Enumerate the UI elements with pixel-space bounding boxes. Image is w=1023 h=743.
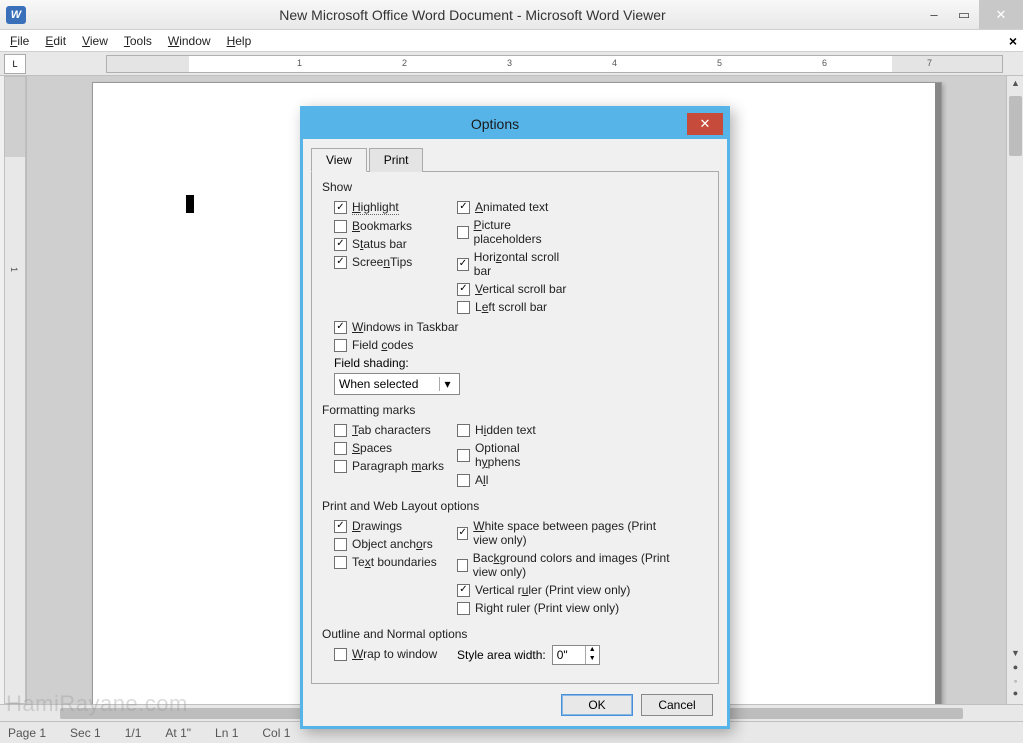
ruler-tick: 4	[612, 58, 617, 68]
chk-rright-ruler[interactable]: Right ruler (Print view only)	[457, 601, 675, 615]
dialog-close-button[interactable]: ✕	[687, 113, 723, 135]
status-page: Page 1	[8, 726, 46, 740]
dialog-button-row: OK Cancel	[311, 684, 719, 718]
group-formatting-title: Formatting marks	[322, 403, 708, 417]
group-show-title: Show	[322, 180, 708, 194]
chk-animated[interactable]: Animated text	[457, 200, 568, 214]
ruler-tick: 3	[507, 58, 512, 68]
browse-next-icon[interactable]: ●	[1009, 688, 1022, 702]
chk-windows-taskbar[interactable]: Windows in Taskbar	[334, 320, 472, 334]
style-area-value: 0"	[553, 648, 585, 662]
chk-screentips[interactable]: ScreenTips	[334, 255, 445, 269]
ruler-tick: 6	[822, 58, 827, 68]
cancel-button[interactable]: Cancel	[641, 694, 713, 716]
chk-bgcolors[interactable]: Background colors and images (Print view…	[457, 551, 675, 579]
chk-hidden-text[interactable]: Hidden text	[457, 423, 568, 437]
spinner-up-icon[interactable]: ▲	[586, 646, 599, 655]
horizontal-ruler[interactable]: 1 2 3 4 5 6 7	[106, 55, 1003, 73]
chk-vscroll[interactable]: Vertical scroll bar	[457, 282, 568, 296]
close-button[interactable]: ✕	[979, 0, 1023, 29]
text-cursor	[186, 195, 194, 213]
chk-tab-characters[interactable]: Tab characters	[334, 423, 445, 437]
chk-leftscroll[interactable]: Left scroll bar	[457, 300, 568, 314]
spinner-down-icon[interactable]: ▼	[586, 655, 599, 664]
style-area-spinner[interactable]: 0" ▲▼	[552, 645, 600, 665]
tab-page-view: Show Highlight Bookmarks Status bar Scre…	[311, 172, 719, 684]
ruler-tick: 5	[717, 58, 722, 68]
ruler-tick: 2	[402, 58, 407, 68]
chk-hscroll[interactable]: Horizontal scroll bar	[457, 250, 568, 278]
scrollbar-thumb[interactable]	[1009, 96, 1022, 156]
window-title: New Microsoft Office Word Document - Mic…	[26, 7, 919, 23]
chevron-down-icon: ▾	[439, 377, 455, 391]
status-at: At 1"	[165, 726, 191, 740]
status-col: Col 1	[262, 726, 290, 740]
dialog-title: Options	[303, 116, 687, 132]
chk-spaces[interactable]: Spaces	[334, 441, 445, 455]
ruler-row: L 1 2 3 4 5 6 7	[0, 52, 1023, 76]
dialog-titlebar[interactable]: Options ✕	[303, 109, 727, 139]
chk-object-anchors[interactable]: Object anchors	[334, 537, 445, 551]
menu-window[interactable]: Window	[168, 34, 211, 48]
window-titlebar: W New Microsoft Office Word Document - M…	[0, 0, 1023, 30]
group-outline-title: Outline and Normal options	[322, 627, 708, 641]
ok-button[interactable]: OK	[561, 694, 633, 716]
menu-edit[interactable]: Edit	[45, 34, 66, 48]
chk-text-boundaries[interactable]: Text boundaries	[334, 555, 445, 569]
scroll-up-icon[interactable]: ▲	[1009, 78, 1022, 92]
status-section: Sec 1	[70, 726, 101, 740]
menu-tools[interactable]: Tools	[124, 34, 152, 48]
dialog-tabs: View Print	[311, 147, 719, 172]
group-print-web-title: Print and Web Layout options	[322, 499, 708, 513]
chk-highlight[interactable]: Highlight	[334, 200, 445, 215]
style-area-label: Style area width:	[457, 648, 546, 662]
chk-whitespace[interactable]: White space between pages (Print view on…	[457, 519, 675, 547]
browse-prev-icon[interactable]: ●	[1009, 662, 1022, 676]
ruler-tick-v: 1	[9, 267, 19, 272]
vertical-ruler[interactable]: 1	[4, 76, 26, 704]
app-icon: W	[6, 6, 26, 24]
document-close-icon[interactable]: ×	[1009, 33, 1017, 49]
chk-picture-placeholders[interactable]: Picture placeholders	[457, 218, 568, 246]
minimize-button[interactable]: –	[919, 0, 949, 29]
status-line: Ln 1	[215, 726, 238, 740]
chk-wrap-window[interactable]: Wrap to window	[334, 647, 445, 661]
chk-statusbar[interactable]: Status bar	[334, 237, 445, 251]
chk-vruler[interactable]: Vertical ruler (Print view only)	[457, 583, 675, 597]
ruler-tick: 1	[297, 58, 302, 68]
window-controls: – ▭ ✕	[919, 0, 1023, 29]
vertical-scrollbar[interactable]: ▲ ▼ ● ◦ ●	[1006, 76, 1023, 704]
status-pages: 1/1	[125, 726, 142, 740]
menu-help[interactable]: Help	[227, 34, 252, 48]
chk-all[interactable]: All	[457, 473, 568, 487]
chk-paragraph-marks[interactable]: Paragraph marks	[334, 459, 445, 473]
maximize-button[interactable]: ▭	[949, 0, 979, 29]
field-shading-label: Field shading:	[334, 356, 472, 370]
menubar: File Edit View Tools Window Help ×	[0, 30, 1023, 52]
tab-selector[interactable]: L	[4, 54, 26, 74]
chk-drawings[interactable]: Drawings	[334, 519, 445, 533]
scroll-down-icon[interactable]: ▼	[1009, 648, 1022, 662]
tab-print[interactable]: Print	[369, 148, 424, 172]
options-dialog: Options ✕ View Print Show Highlight Book…	[300, 106, 730, 729]
style-area-row: Style area width: 0" ▲▼	[457, 645, 600, 665]
ruler-tick: 7	[927, 58, 932, 68]
menu-view[interactable]: View	[82, 34, 108, 48]
chk-optional-hyphens[interactable]: Optional hyphens	[457, 441, 568, 469]
field-shading-select[interactable]: When selected ▾	[334, 373, 460, 395]
chk-fieldcodes[interactable]: Field codes	[334, 338, 472, 352]
tab-view[interactable]: View	[311, 148, 367, 172]
field-shading-value: When selected	[339, 377, 418, 391]
menu-file[interactable]: File	[10, 34, 29, 48]
chk-bookmarks[interactable]: Bookmarks	[334, 219, 445, 233]
